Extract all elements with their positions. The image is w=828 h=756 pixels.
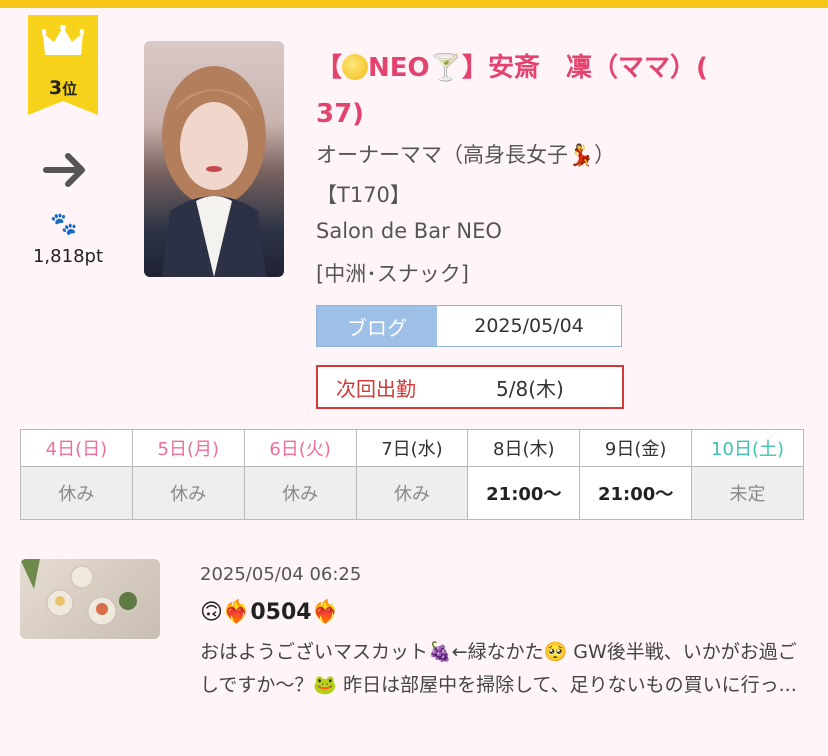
- cast-name[interactable]: 【NEO🍸】安斎 凜（ママ）(37): [316, 45, 806, 137]
- paw-icon: 🐾: [50, 212, 78, 237]
- post-thumbnail[interactable]: [20, 559, 160, 639]
- schedule-time: 21:00〜: [467, 466, 581, 520]
- cast-height: 【T170】: [316, 183, 411, 207]
- schedule-time: 休み: [243, 466, 357, 520]
- schedule-day: 7日(水): [355, 429, 469, 467]
- schedule-time: 休み: [355, 466, 469, 520]
- schedule-time: 未定: [691, 466, 804, 520]
- points-value: 1,818pt: [32, 246, 103, 267]
- moon-icon: [342, 54, 369, 80]
- post-excerpt[interactable]: おはようございマスカット🍇←緑なかた🥺 GW後半戦、いかがお過ごしですか〜？🐸 …: [200, 636, 800, 702]
- arrow-right-icon: [43, 153, 85, 187]
- schedule-day: 10日(土): [691, 429, 804, 467]
- cocktail-icon: 🍸: [429, 53, 463, 83]
- blog-date: 2025/05/04: [474, 315, 584, 337]
- schedule-time: 休み: [131, 466, 245, 520]
- shop-area: [中洲･スナック]: [316, 262, 469, 286]
- schedule-time: 休み: [20, 466, 133, 520]
- schedule-table: 4日(日) 5日(月) 6日(火) 7日(水) 8日(木) 9日(金) 10日(…: [20, 429, 804, 520]
- schedule-day: 9日(金): [579, 429, 693, 467]
- next-shift-box: 次回出勤 5/8(木): [316, 365, 624, 409]
- top-accent-bar: [0, 0, 828, 8]
- post-title[interactable]: 🙃❤️‍🔥0504❤️‍🔥: [200, 600, 339, 625]
- schedule-day: 8日(木): [467, 429, 581, 467]
- schedule-day: 4日(日): [20, 429, 133, 467]
- schedule-day: 5日(月): [131, 429, 245, 467]
- cast-role: オーナーママ（高身長女子💃）: [316, 143, 616, 167]
- schedule-time: 21:00〜: [579, 466, 693, 520]
- next-shift-date: 5/8(木): [496, 376, 564, 401]
- crown-icon: [42, 25, 84, 55]
- post-datetime: 2025/05/04 06:25: [200, 564, 362, 585]
- next-shift-label: 次回出勤: [336, 376, 416, 401]
- shop-name[interactable]: Salon de Bar NEO: [316, 219, 502, 243]
- blog-label: ブログ: [317, 306, 437, 346]
- rank-badge: 3位: [28, 15, 98, 115]
- schedule-day: 6日(火): [243, 429, 357, 467]
- blog-link[interactable]: ブログ 2025/05/04: [316, 305, 622, 347]
- rank-label: 3位: [48, 77, 78, 99]
- profile-photo[interactable]: [144, 41, 284, 277]
